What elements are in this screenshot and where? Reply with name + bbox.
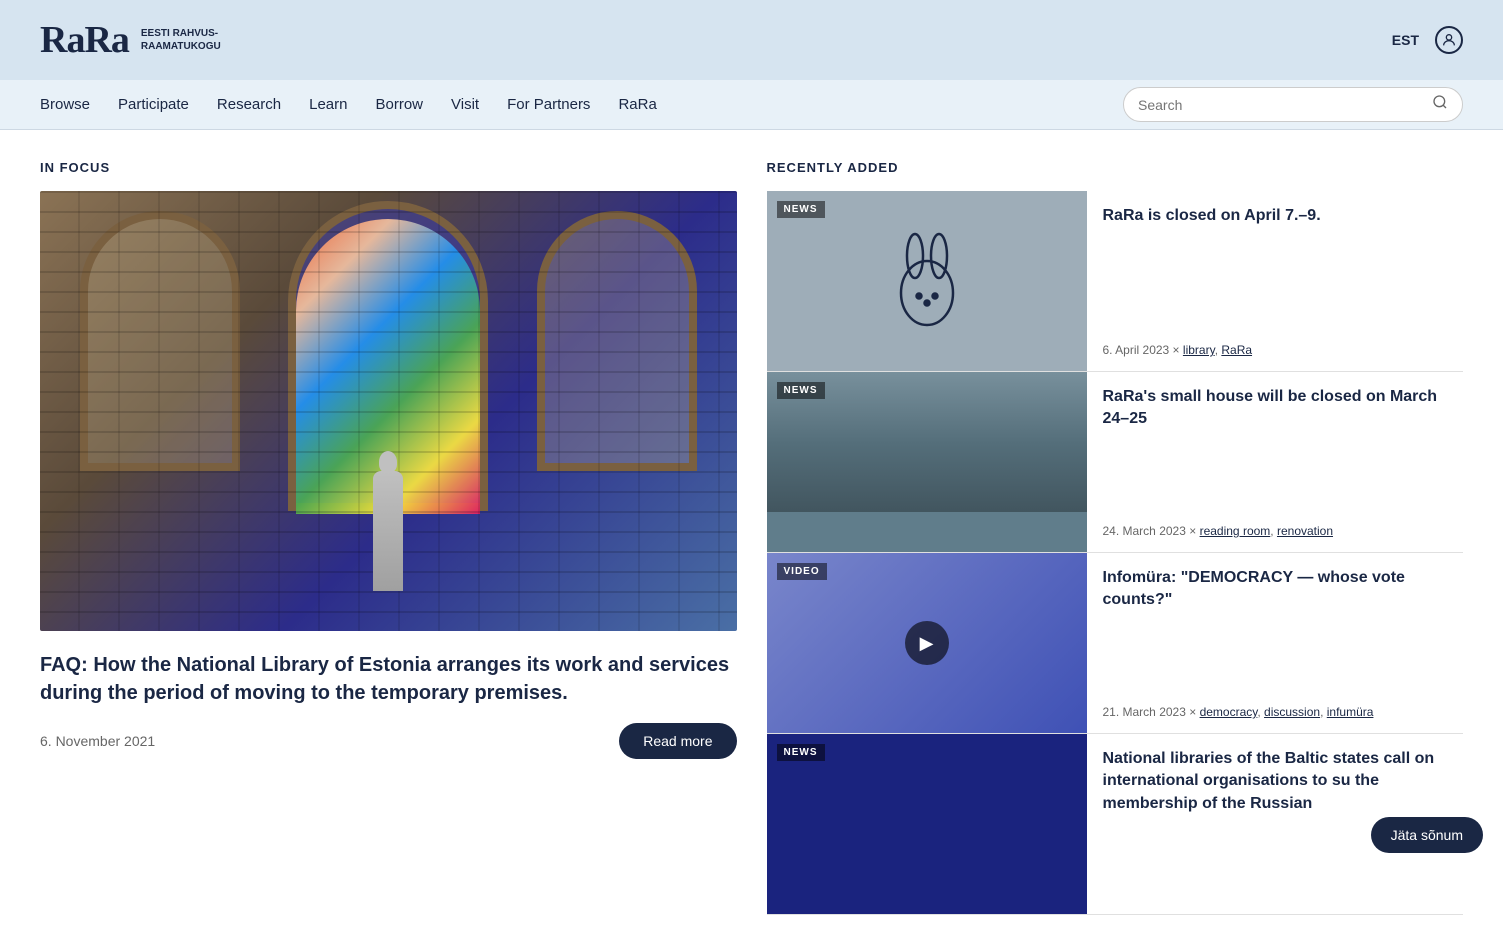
user-icon[interactable] — [1435, 26, 1463, 54]
news-thumbnail-3: ▶ VIDEO — [767, 553, 1087, 733]
header-right: EST — [1392, 26, 1463, 54]
news-tag-democracy[interactable]: democracy — [1200, 705, 1258, 719]
news-title-3: Infomüra: "DEMOCRACY — whose vote counts… — [1103, 567, 1448, 612]
news-badge-3: VIDEO — [777, 563, 827, 580]
news-tag-library[interactable]: library — [1183, 343, 1215, 357]
news-title-4: National libraries of the Baltic states … — [1103, 748, 1448, 815]
language-button[interactable]: EST — [1392, 32, 1419, 48]
search-box — [1123, 87, 1463, 122]
news-tag-renovation[interactable]: renovation — [1277, 524, 1333, 538]
nav-bar: Browse Participate Research Learn Borrow… — [0, 80, 1503, 130]
news-title-1: RaRa is closed on April 7.–9. — [1103, 205, 1448, 227]
main-content: IN FOCUS FAQ: How the National Library o… — [0, 130, 1503, 945]
in-focus-section: IN FOCUS FAQ: How the National Library o… — [40, 160, 737, 915]
news-item-4[interactable]: NEWS National libraries of the Baltic st… — [767, 734, 1464, 915]
news-item-3[interactable]: ▶ VIDEO Infomüra: "DEMOCRACY — whose vot… — [767, 553, 1464, 734]
nav-research[interactable]: Research — [217, 92, 281, 117]
news-tag-discussion[interactable]: discussion — [1264, 705, 1320, 719]
news-item[interactable]: NEWS RaRa is closed on April 7.–9. 6. Ap… — [767, 191, 1464, 372]
news-tag-rara[interactable]: RaRa — [1221, 343, 1252, 357]
recently-added-section: RECENTLY ADDED — [767, 160, 1464, 915]
news-list: NEWS RaRa is closed on April 7.–9. 6. Ap… — [767, 191, 1464, 915]
focus-caption: FAQ: How the National Library of Estonia… — [40, 631, 737, 769]
nav-participate[interactable]: Participate — [118, 92, 189, 117]
nav-links: Browse Participate Research Learn Borrow… — [40, 92, 657, 117]
news-thumbnail-2: NEWS — [767, 372, 1087, 552]
street-scene — [767, 372, 1087, 552]
news-meta-3: 21. March 2023 × democracy, discussion, … — [1103, 705, 1448, 719]
news-thumbnail-1: NEWS — [767, 191, 1087, 371]
news-tag-infumura[interactable]: infumüra — [1327, 705, 1374, 719]
news-badge-4: NEWS — [777, 744, 825, 761]
play-button-icon: ▶ — [905, 621, 949, 665]
news4-scene — [767, 734, 1087, 914]
focus-image[interactable] — [40, 191, 737, 631]
news-meta-1: 6. April 2023 × library, RaRa — [1103, 343, 1448, 357]
read-more-button[interactable]: Read more — [619, 723, 736, 759]
nav-visit[interactable]: Visit — [451, 92, 479, 117]
news-title-2: RaRa's small house will be closed on Mar… — [1103, 386, 1448, 431]
nav-for-partners[interactable]: For Partners — [507, 92, 590, 117]
news-meta-2: 24. March 2023 × reading room, renovatio… — [1103, 524, 1448, 538]
logo-text: RaRa — [40, 18, 129, 62]
news-body-2: RaRa's small house will be closed on Mar… — [1087, 372, 1464, 552]
news-body-1: RaRa is closed on April 7.–9. 6. April 2… — [1087, 191, 1464, 371]
focus-article-title: FAQ: How the National Library of Estonia… — [40, 651, 737, 707]
focus-meta: 6. November 2021 Read more — [40, 723, 737, 759]
news-badge-1: NEWS — [777, 201, 825, 218]
bunny-background — [767, 191, 1087, 371]
recently-added-title: RECENTLY ADDED — [767, 160, 1464, 175]
jata-sonum-button[interactable]: Jäta sõnum — [1371, 817, 1483, 853]
news-date-1: 6. April 2023 × — [1103, 343, 1180, 357]
logo-subtitle: EESTI RAHVUS- RAAMATUKOGU — [141, 27, 221, 53]
logo-area[interactable]: RaRa EESTI RAHVUS- RAAMATUKOGU — [40, 18, 221, 62]
news-body-3: Infomüra: "DEMOCRACY — whose vote counts… — [1087, 553, 1464, 733]
nav-learn[interactable]: Learn — [309, 92, 347, 117]
focus-date: 6. November 2021 — [40, 733, 155, 749]
nav-browse[interactable]: Browse — [40, 92, 90, 117]
nav-rara[interactable]: RaRa — [618, 92, 656, 117]
news-tag-reading-room[interactable]: reading room — [1200, 524, 1271, 538]
news-thumbnail-4: NEWS — [767, 734, 1087, 914]
search-input[interactable] — [1138, 97, 1432, 113]
nav-borrow[interactable]: Borrow — [375, 92, 423, 117]
statue — [373, 471, 403, 591]
search-button[interactable] — [1432, 94, 1448, 115]
news-date-2: 24. March 2023 × — [1103, 524, 1197, 538]
video-scene: ▶ — [767, 553, 1087, 733]
header: RaRa EESTI RAHVUS- RAAMATUKOGU EST — [0, 0, 1503, 80]
news-date-3: 21. March 2023 × — [1103, 705, 1197, 719]
in-focus-title: IN FOCUS — [40, 160, 737, 175]
news-badge-2: NEWS — [777, 382, 825, 399]
news-item-2[interactable]: NEWS RaRa's small house will be closed o… — [767, 372, 1464, 553]
